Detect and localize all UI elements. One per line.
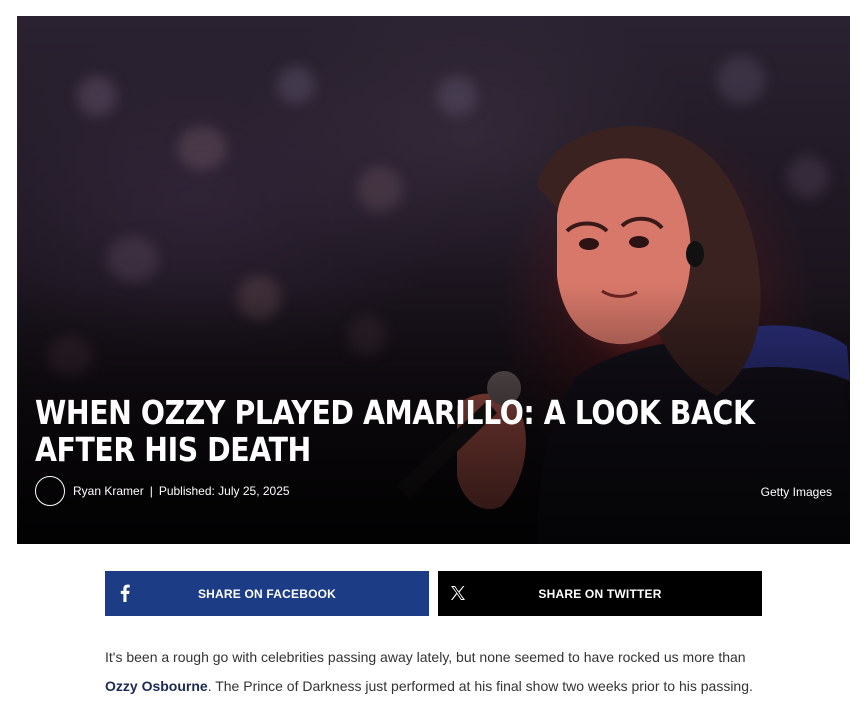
share-twitter-label: SHARE ON TWITTER xyxy=(538,586,662,601)
article-intro-paragraph: It's been a rough go with celebrities pa… xyxy=(105,643,765,701)
x-icon xyxy=(448,583,468,603)
publish-date: Published: July 25, 2025 xyxy=(158,484,290,498)
author-avatar[interactable] xyxy=(35,476,65,506)
article-title: WHEN OZZY PLAYED AMARILLO: A LOOK BACK A… xyxy=(35,393,755,469)
hero-banner: WHEN OZZY PLAYED AMARILLO: A LOOK BACK A… xyxy=(17,16,850,544)
image-credit: Getty Images xyxy=(760,485,832,499)
byline: Ryan Kramer | Published: July 25, 2025 xyxy=(35,476,290,506)
facebook-icon xyxy=(115,583,135,603)
ozzy-osbourne-link[interactable]: Ozzy Osbourne xyxy=(105,678,208,694)
intro-text-after: . The Prince of Darkness just performed … xyxy=(207,678,753,694)
share-facebook-label: SHARE ON FACEBOOK xyxy=(197,586,337,601)
share-twitter-button[interactable]: SHARE ON TWITTER xyxy=(438,571,762,616)
article-page: WHEN OZZY PLAYED AMARILLO: A LOOK BACK A… xyxy=(0,0,868,715)
byline-separator: | xyxy=(149,484,153,498)
intro-text-before: It's been a rough go with celebrities pa… xyxy=(105,649,746,665)
author-name[interactable]: Ryan Kramer xyxy=(73,484,144,498)
share-facebook-button[interactable]: SHARE ON FACEBOOK xyxy=(105,571,429,616)
